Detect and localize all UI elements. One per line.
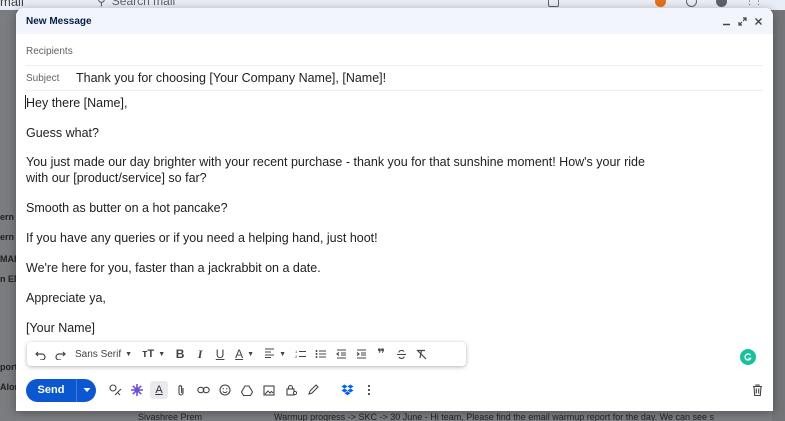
search-icon: ⚲ xyxy=(97,0,106,8)
body-line: If you have any queries or if you need a… xyxy=(26,231,378,245)
email-row-preview: Warmup progress -> SKC -> 30 June - Hi t… xyxy=(274,412,715,421)
text-color-icon: A xyxy=(235,347,244,361)
quote-icon[interactable]: ❞ xyxy=(372,344,390,364)
indent-less-icon[interactable] xyxy=(332,344,350,364)
chevron-down-icon: ▼ xyxy=(158,350,166,358)
subject-label: Subject xyxy=(26,72,60,84)
body-line: with our [product/service] so far? xyxy=(26,171,207,185)
sidebar-fragment: ern xyxy=(0,212,15,222)
sidebar-fragment: ern xyxy=(0,232,15,242)
redo-icon[interactable] xyxy=(51,344,69,364)
font-family-select[interactable]: Sans Serif ▼ xyxy=(71,344,136,364)
subject-field[interactable]: Subject Thank you for choosing [Your Com… xyxy=(26,66,763,91)
link-icon[interactable] xyxy=(194,381,212,399)
font-family-label: Sans Serif xyxy=(75,348,122,360)
italic-icon[interactable]: I xyxy=(191,344,209,364)
undo-icon[interactable] xyxy=(31,344,49,364)
body-line: We're here for you, faster than a jackra… xyxy=(26,261,321,275)
minimize-icon[interactable] xyxy=(721,16,731,26)
body-line: Smooth as butter on a hot pancake? xyxy=(26,201,228,215)
body-line: Hey there [Name], xyxy=(26,96,128,110)
settings-icon[interactable] xyxy=(716,0,727,7)
body-line: You just made our day brighter with your… xyxy=(26,155,645,169)
sidebar-fragment: port xyxy=(0,362,16,372)
signature-icon[interactable] xyxy=(304,381,322,399)
compose-action-bar: Send A xyxy=(26,378,766,402)
search-placeholder: Search mail xyxy=(111,0,176,8)
bold-icon[interactable]: B xyxy=(171,344,189,364)
font-size-select[interactable]: тT ▼ xyxy=(138,344,169,364)
compose-header[interactable]: New Message xyxy=(16,8,773,34)
sidebar-fragment: MAIL xyxy=(0,254,16,264)
numbered-list-icon[interactable]: 12 xyxy=(292,344,310,364)
chevron-down-icon: ▼ xyxy=(125,350,133,358)
formatting-toolbar: Sans Serif ▼ тT ▼ B I U A ▼ ▼ 12 ❞ xyxy=(27,342,466,366)
drive-icon[interactable] xyxy=(238,381,256,399)
confidential-icon[interactable] xyxy=(282,381,300,399)
body-line: Appreciate ya, xyxy=(26,291,106,305)
popout-icon[interactable] xyxy=(737,16,747,26)
grammarly-icon[interactable] xyxy=(740,349,756,365)
ai-sparkle-icon[interactable] xyxy=(128,381,146,399)
remove-formatting-icon[interactable] xyxy=(412,344,430,364)
svg-text:2: 2 xyxy=(295,354,298,359)
subject-text[interactable]: Thank you for choosing [Your Company Nam… xyxy=(76,71,386,85)
recipients-field[interactable]: Recipients xyxy=(26,38,763,66)
email-row-sender: Sivashree Prem xyxy=(138,412,203,421)
compose-window: New Message Recipients Subject Thank you… xyxy=(16,8,773,411)
font-size-icon: тT xyxy=(142,348,155,360)
help-icon[interactable] xyxy=(686,0,697,7)
dropbox-icon[interactable] xyxy=(338,381,356,399)
underline-icon[interactable]: U xyxy=(211,344,229,364)
send-options-button[interactable] xyxy=(76,378,96,402)
chevron-down-icon: ▼ xyxy=(247,350,255,358)
filter-icon[interactable] xyxy=(548,0,559,7)
emoji-icon[interactable] xyxy=(216,381,234,399)
apps-icon[interactable]: ⋮⋮ xyxy=(745,0,763,7)
align-select[interactable]: ▼ xyxy=(260,344,290,364)
compose-title: New Message xyxy=(26,15,92,27)
bulleted-list-icon[interactable] xyxy=(312,344,330,364)
background-sidebar: ern ern MAIL n EM port Alon xyxy=(0,10,16,421)
indent-more-icon[interactable] xyxy=(352,344,370,364)
separator xyxy=(326,381,334,399)
align-icon xyxy=(264,347,275,361)
avatar-small[interactable] xyxy=(655,0,666,7)
sidebar-fragment: n EM xyxy=(0,274,16,284)
window-controls xyxy=(721,16,763,26)
background-right-panel xyxy=(772,10,785,421)
more-options-icon[interactable] xyxy=(360,381,378,399)
recipients-placeholder: Recipients xyxy=(26,46,73,57)
attach-icon[interactable] xyxy=(172,381,190,399)
formatting-options-icon[interactable] xyxy=(106,381,124,399)
send-button-group: Send xyxy=(26,378,96,402)
body-line: [Your Name] xyxy=(26,321,96,335)
send-button[interactable]: Send xyxy=(26,379,76,402)
chevron-down-icon: ▼ xyxy=(279,350,287,358)
trash-icon[interactable] xyxy=(748,381,766,399)
strikethrough-icon[interactable] xyxy=(392,344,410,364)
text-formatting-icon[interactable]: A xyxy=(150,381,168,399)
sidebar-fragment: Alon xyxy=(0,382,16,392)
action-icons: A xyxy=(106,381,378,399)
photo-icon[interactable] xyxy=(260,381,278,399)
search-bar[interactable]: ⚲ Search mail xyxy=(97,0,175,8)
body-line: Guess what? xyxy=(26,126,99,140)
close-icon[interactable] xyxy=(753,16,763,26)
background-email-row: Sivashree Prem Warmup progress -> SKC ->… xyxy=(16,411,772,421)
text-color-select[interactable]: A ▼ xyxy=(231,344,258,364)
